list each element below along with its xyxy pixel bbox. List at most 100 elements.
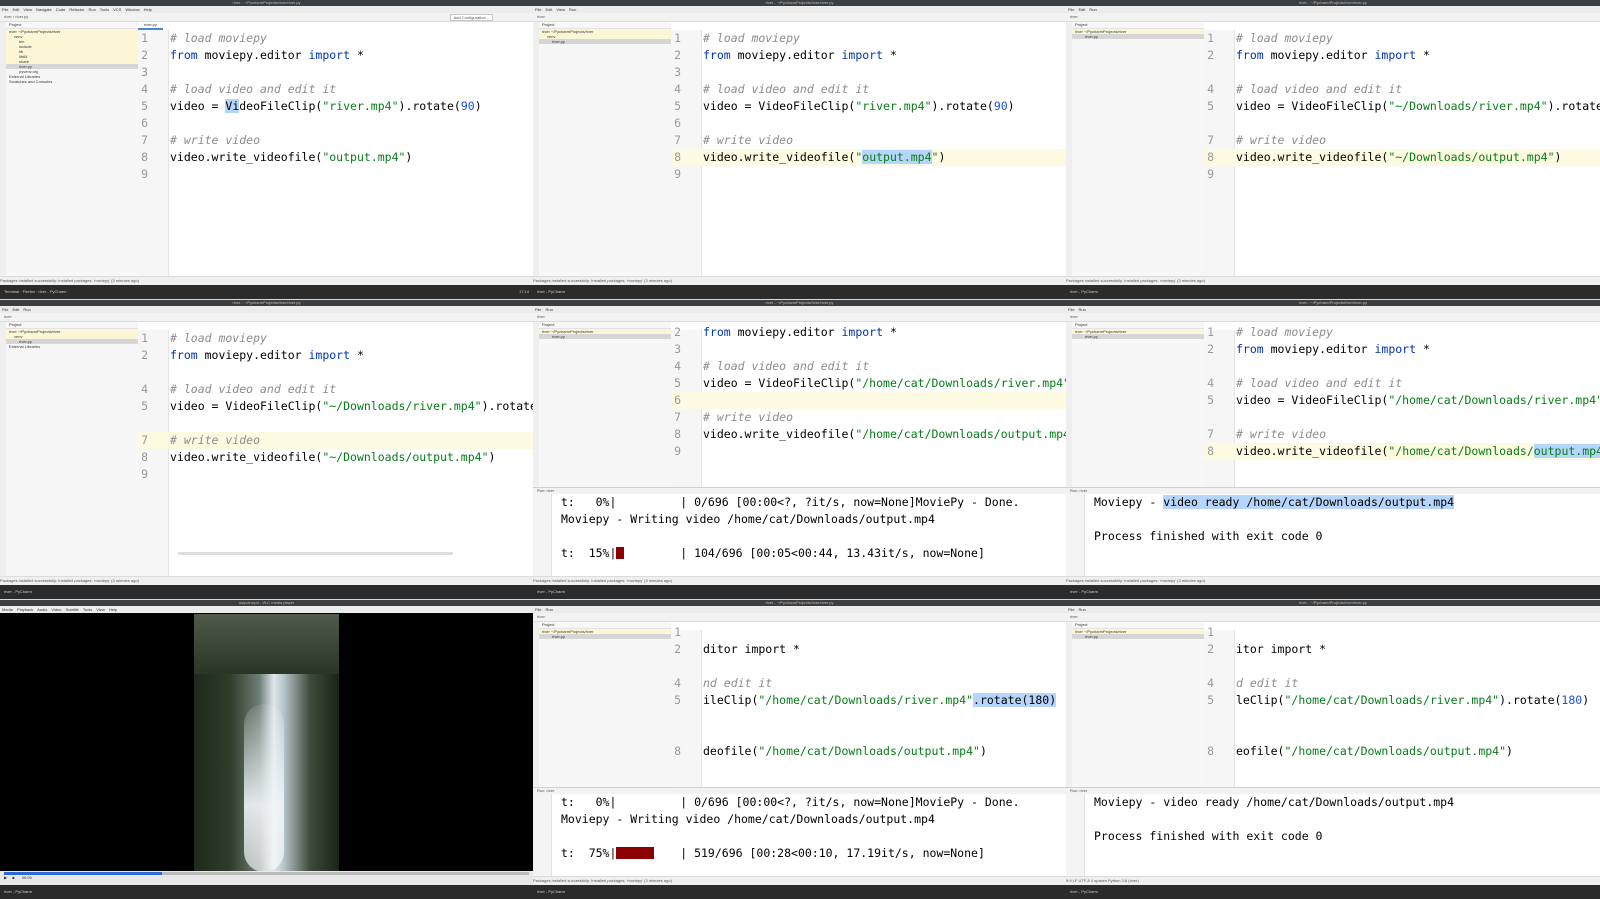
project-tree-header[interactable]: Project bbox=[539, 622, 671, 629]
code-line-4[interactable]: 4nd edit it bbox=[671, 675, 1066, 692]
editor-tab[interactable]: river.py bbox=[138, 22, 163, 30]
code-editor[interactable]: 1 # load moviepy 2 from moviepy.editor imp… bbox=[1204, 22, 1600, 277]
taskbar-item[interactable]: Terminal bbox=[4, 289, 19, 294]
taskbar-item[interactable]: river - PyCharm bbox=[537, 589, 565, 594]
player-menu-audio[interactable]: Audio bbox=[37, 607, 47, 612]
code-line-6[interactable]: 6 bbox=[138, 115, 533, 132]
menu-file[interactable]: File bbox=[1068, 607, 1074, 612]
menu-run[interactable]: Run bbox=[545, 607, 552, 612]
project-breadcrumb[interactable]: river bbox=[1070, 14, 1078, 19]
code-line-5[interactable]: 5 video = VideoFileClip("/home/cat/Downlo… bbox=[671, 375, 1066, 392]
menu-file[interactable]: File bbox=[535, 307, 541, 312]
code-line-7[interactable]: 7 # write video bbox=[1204, 426, 1600, 443]
code-line-2[interactable]: 2 from moviepy.editor import * bbox=[138, 347, 533, 364]
code-line-5[interactable]: 5 leClip("/home/cat/Downloads/river.mp4")… bbox=[1204, 692, 1600, 709]
code-line-8[interactable]: 8 video.write_videofile("~/Downloads/outp… bbox=[138, 449, 533, 466]
tree-item-river-py[interactable]: river.py bbox=[1072, 34, 1204, 39]
project-breadcrumb[interactable]: river bbox=[1070, 314, 1078, 319]
code-line-8[interactable]: 8 video.write_videofile("~/Downloads/outp… bbox=[1204, 149, 1600, 166]
editor-scrollbar[interactable] bbox=[178, 552, 453, 555]
code-line-5[interactable]: 5 ileClip("/home/cat/Downloads/river.mp4"… bbox=[671, 692, 1066, 709]
code-line-9[interactable]: 9 bbox=[671, 166, 1066, 183]
code-editor[interactable]: 1 # load moviepy 2 from moviepy.editor imp… bbox=[1204, 322, 1600, 487]
code-editor[interactable]: 2 from moviepy.editor import * 3 4 # load … bbox=[671, 322, 1066, 487]
menu-view[interactable]: View bbox=[556, 7, 565, 12]
code-line-2[interactable]: 2 ditor import * bbox=[671, 641, 1066, 658]
code-line-4[interactable]: 4 # load video and edit it bbox=[671, 81, 1066, 98]
player-menu-video[interactable]: Video bbox=[51, 607, 61, 612]
code-line-4[interactable]: 4 # load video and edit it bbox=[671, 358, 1066, 375]
code-line-5[interactable]: 5 video = VideoFileClip("~/Downloads/rive… bbox=[1204, 98, 1600, 115]
project-tree-header[interactable]: Project bbox=[1072, 22, 1204, 29]
tree-item-river-py[interactable]: river.py bbox=[539, 634, 671, 639]
menu-edit[interactable]: Edit bbox=[545, 7, 552, 12]
code-line-2[interactable]: 2 from moviepy.editor import * bbox=[1204, 341, 1600, 358]
menu-file[interactable]: File bbox=[535, 607, 541, 612]
code-line-1[interactable]: 1 # load moviepy bbox=[138, 330, 533, 347]
stop-button[interactable]: ■ bbox=[12, 875, 14, 880]
code-line-8[interactable]: 8 video.write_videofile("output.mp4") bbox=[138, 149, 533, 166]
project-tree-header[interactable]: Project bbox=[1072, 322, 1204, 329]
code-line-7[interactable]: 7 # write video bbox=[138, 132, 533, 149]
code-line-1[interactable]: 1 # load moviepy bbox=[1204, 30, 1600, 47]
menu-file[interactable]: File bbox=[2, 307, 8, 312]
code-line-4[interactable]: 4d edit it bbox=[1204, 675, 1600, 692]
code-line-1[interactable]: 1 bbox=[1204, 624, 1600, 641]
menu-run[interactable]: Run bbox=[1078, 307, 1085, 312]
menu-run[interactable]: Run bbox=[88, 7, 95, 12]
code-line-3[interactable]: 3 bbox=[671, 341, 1066, 358]
code-line-9[interactable]: 9 bbox=[671, 443, 1066, 460]
code-line-4[interactable]: 4 # load video and edit it bbox=[138, 381, 533, 398]
menu-run[interactable]: Run bbox=[1078, 607, 1085, 612]
code-line-1[interactable]: 1 # load moviepy bbox=[671, 30, 1066, 47]
code-line-7[interactable]: 7 # write video bbox=[138, 432, 533, 449]
taskbar-item[interactable]: river - PyCharm bbox=[537, 289, 565, 294]
taskbar-item[interactable]: river - PyCharm bbox=[1070, 289, 1098, 294]
taskbar-item[interactable]: river - PyCharm bbox=[38, 289, 66, 294]
code-line-9[interactable]: 9 bbox=[138, 466, 533, 483]
code-line-7[interactable]: 7 # write video bbox=[1204, 132, 1600, 149]
project-breadcrumb[interactable]: river bbox=[4, 14, 12, 19]
code-line-7[interactable]: 7 # write video bbox=[671, 409, 1066, 426]
tree-item-river-py[interactable]: river.py bbox=[1072, 334, 1204, 339]
code-line-2[interactable]: 2 itor import * bbox=[1204, 641, 1600, 658]
code-line-5[interactable]: 5 video = VideoFileClip("river.mp4").rota… bbox=[138, 98, 533, 115]
player-menu-subtitle[interactable]: Subtitle bbox=[66, 607, 79, 612]
code-line-5[interactable]: 5 video = VideoFileClip("~/Downloads/rive… bbox=[138, 398, 533, 415]
code-editor[interactable]: 1 # load moviepy 2 from moviepy.editor imp… bbox=[138, 322, 533, 577]
project-breadcrumb[interactable]: river bbox=[537, 314, 545, 319]
code-line-3[interactable]: 3 bbox=[138, 64, 533, 81]
code-line-4[interactable]: 4 # load video and edit it bbox=[138, 81, 533, 98]
tree-item-river-py[interactable]: river.py bbox=[1072, 634, 1204, 639]
menu-tools[interactable]: Tools bbox=[100, 7, 109, 12]
menu-run[interactable]: Run bbox=[1089, 7, 1096, 12]
taskbar-item[interactable]: river - PyCharm bbox=[1070, 889, 1098, 894]
run-config-button[interactable]: Add Configuration... bbox=[449, 14, 493, 21]
menu-edit[interactable]: Edit bbox=[12, 7, 19, 12]
code-line-5[interactable]: 5 video = VideoFileClip("river.mp4").rota… bbox=[671, 98, 1066, 115]
code-line-5[interactable]: 5 video = VideoFileClip("/home/cat/Downlo… bbox=[1204, 392, 1600, 409]
menu-run[interactable]: Run bbox=[569, 7, 576, 12]
player-menu-playback[interactable]: Playback bbox=[17, 607, 33, 612]
menu-vcs[interactable]: VCS bbox=[113, 7, 121, 12]
taskbar-item[interactable]: river - PyCharm bbox=[1070, 589, 1098, 594]
menu-file[interactable]: File bbox=[1068, 7, 1074, 12]
menu-help[interactable]: Help bbox=[144, 7, 152, 12]
player-menu-media[interactable]: Media bbox=[2, 607, 13, 612]
code-line-1[interactable]: 1 bbox=[671, 624, 1066, 641]
code-line-2[interactable]: 2 from moviepy.editor import * bbox=[671, 324, 1066, 341]
tree-item-scratches[interactable]: Scratches and Consoles bbox=[6, 79, 138, 84]
menu-edit[interactable]: Edit bbox=[12, 307, 19, 312]
project-tree-header[interactable]: Project bbox=[6, 322, 138, 329]
menu-file[interactable]: File bbox=[2, 7, 8, 12]
code-line-3[interactable]: 3 bbox=[671, 64, 1066, 81]
tree-item-external-libraries[interactable]: External Libraries bbox=[6, 344, 138, 349]
code-editor[interactable]: 1 2 itor import * 4d edit it 5 leClip("/ho… bbox=[1204, 622, 1600, 787]
player-menu-help[interactable]: Help bbox=[109, 607, 117, 612]
code-line-1[interactable]: 1 # load moviepy bbox=[1204, 324, 1600, 341]
project-tree-header[interactable]: Project bbox=[1072, 622, 1204, 629]
menu-run[interactable]: Run bbox=[23, 307, 30, 312]
menu-file[interactable]: File bbox=[1068, 307, 1074, 312]
code-line-8[interactable]: 8 video.write_videofile("/home/cat/Downlo… bbox=[671, 426, 1066, 443]
player-menu-tools[interactable]: Tools bbox=[83, 607, 92, 612]
